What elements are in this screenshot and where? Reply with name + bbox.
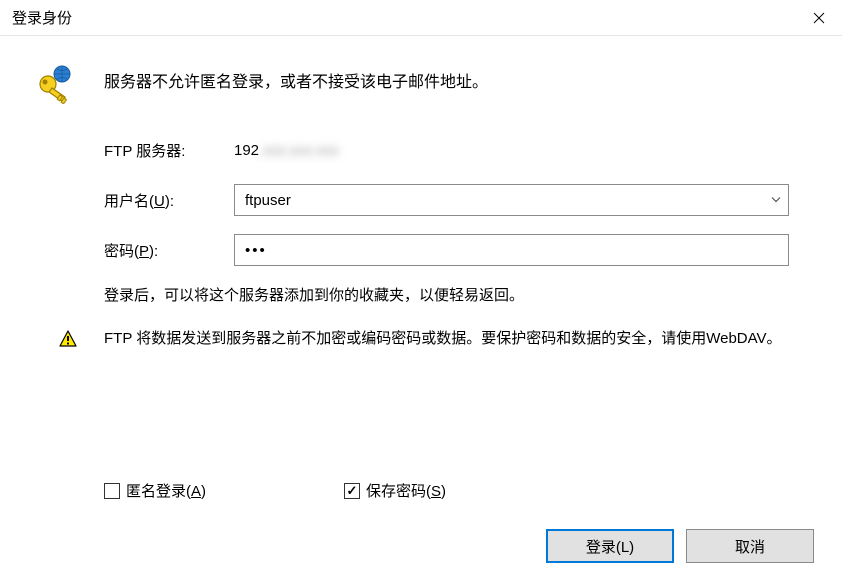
info-text: 登录后，可以将这个服务器添加到你的收藏夹，以便轻易返回。 bbox=[104, 284, 814, 305]
titlebar: 登录身份 bbox=[0, 0, 842, 36]
server-label: FTP 服务器: bbox=[104, 140, 234, 161]
anonymous-checkbox-box bbox=[104, 483, 120, 499]
anonymous-checkbox-label: 匿名登录(A) bbox=[126, 480, 206, 501]
cancel-button[interactable]: 取消 bbox=[686, 529, 814, 563]
server-value: 192.xxx.xxx.xxx bbox=[234, 142, 339, 159]
close-icon bbox=[813, 12, 825, 24]
button-row: 登录(L) 取消 bbox=[28, 529, 814, 563]
warning-text: FTP 将数据发送到服务器之前不加密或编码密码或数据。要保护密码和数据的安全，请… bbox=[104, 327, 782, 351]
password-row: 密码(P): bbox=[104, 234, 814, 266]
anonymous-checkbox[interactable]: 匿名登录(A) bbox=[104, 480, 344, 501]
password-input[interactable] bbox=[234, 234, 789, 266]
username-input[interactable] bbox=[234, 184, 789, 216]
warning-row: FTP 将数据发送到服务器之前不加密或编码密码或数据。要保护密码和数据的安全，请… bbox=[58, 327, 814, 351]
bottom-area: 匿名登录(A) 保存密码(S) 登录(L) 取消 bbox=[28, 480, 814, 563]
username-row: 用户名(U): bbox=[104, 184, 814, 216]
login-dialog: 登录身份 服务器不允许匿名登录，或者不接受该电子邮件地址。 bbox=[0, 0, 842, 579]
checkbox-row: 匿名登录(A) 保存密码(S) bbox=[104, 480, 814, 501]
username-label: 用户名(U): bbox=[104, 190, 234, 211]
savepwd-checkbox-box bbox=[344, 483, 360, 499]
message-row: 服务器不允许匿名登录，或者不接受该电子邮件地址。 bbox=[28, 64, 814, 104]
window-title: 登录身份 bbox=[12, 7, 72, 28]
password-label: 密码(P): bbox=[104, 240, 234, 261]
dialog-content: 服务器不允许匿名登录，或者不接受该电子邮件地址。 FTP 服务器: 192.xx… bbox=[0, 36, 842, 579]
form-area: FTP 服务器: 192.xxx.xxx.xxx 用户名(U): bbox=[104, 134, 814, 323]
dialog-message: 服务器不允许匿名登录，或者不接受该电子邮件地址。 bbox=[104, 64, 488, 92]
server-value-obscured: .xxx.xxx.xxx bbox=[259, 142, 339, 159]
username-combo[interactable] bbox=[234, 184, 789, 216]
savepwd-checkbox[interactable]: 保存密码(S) bbox=[344, 480, 446, 501]
server-row: FTP 服务器: 192.xxx.xxx.xxx bbox=[104, 134, 814, 166]
close-button[interactable] bbox=[796, 0, 842, 36]
key-globe-icon bbox=[34, 64, 74, 104]
warning-icon bbox=[58, 329, 78, 349]
login-button[interactable]: 登录(L) bbox=[546, 529, 674, 563]
server-value-visible: 192 bbox=[234, 142, 259, 159]
savepwd-checkbox-label: 保存密码(S) bbox=[366, 480, 446, 501]
